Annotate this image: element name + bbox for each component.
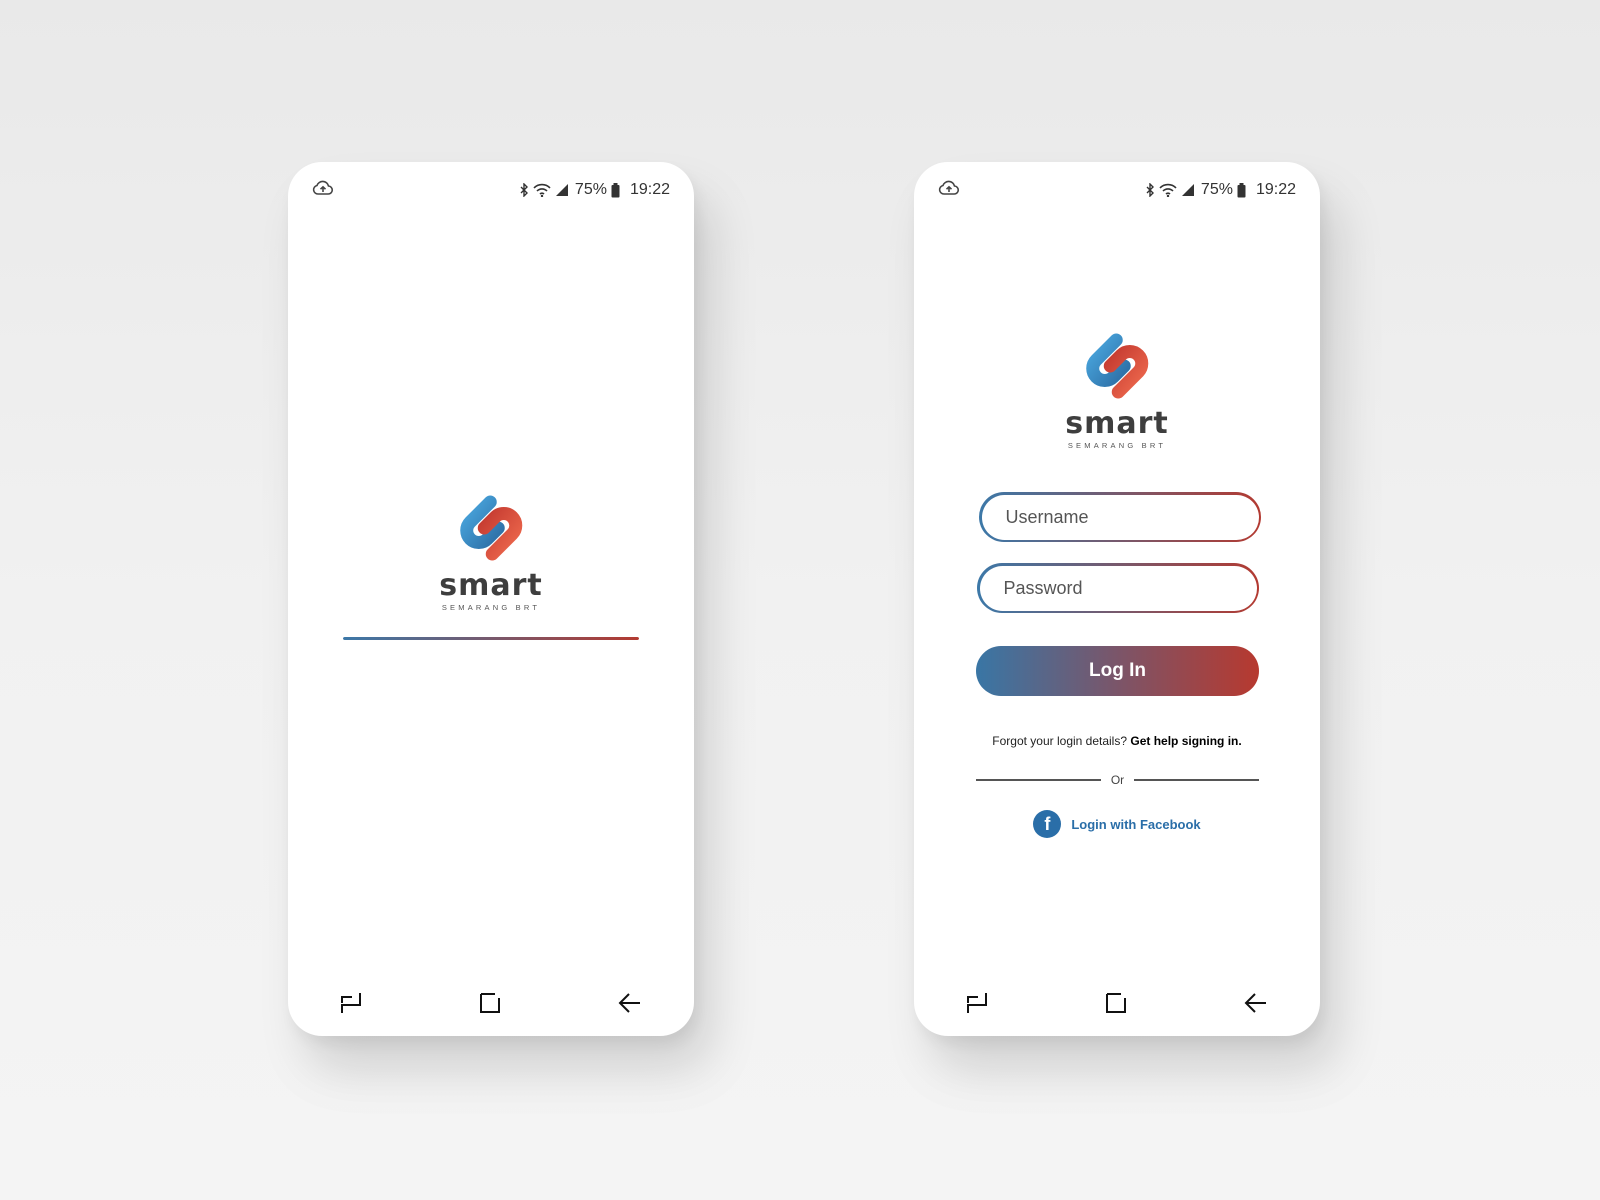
back-icon[interactable] — [618, 992, 642, 1014]
or-divider: Or — [976, 773, 1259, 787]
back-icon[interactable] — [1244, 992, 1268, 1014]
signal-icon — [555, 183, 569, 197]
wifi-icon — [1159, 183, 1177, 197]
battery-percent: 75% — [574, 181, 607, 198]
recents-icon[interactable] — [966, 991, 988, 1015]
status-indicators: 75% 19:22 — [1145, 181, 1296, 199]
get-help-link[interactable]: Get help signing in. — [1130, 734, 1241, 748]
bluetooth-icon — [1145, 183, 1155, 197]
cloud-upload-icon — [312, 180, 334, 201]
system-nav-bar — [966, 988, 1268, 1018]
status-bar: 75% 19:22 — [938, 178, 1296, 202]
login-screen: 75% 19:22 smart SEMARANG BRT Log In Forg… — [914, 162, 1320, 1036]
facebook-icon: f — [1033, 810, 1062, 838]
forgot-login-row: Forgot your login details? Get help sign… — [914, 734, 1320, 748]
divider-line-left — [976, 779, 1101, 781]
status-indicators: 75% 19:22 — [519, 181, 670, 199]
clock: 19:22 — [1255, 181, 1296, 198]
brand-subtitle: SEMARANG BRT — [441, 603, 541, 612]
brand-name: smart — [1065, 406, 1169, 441]
logo-mark-icon — [1086, 333, 1148, 399]
loading-progress-bar — [343, 637, 639, 640]
app-logo: smart SEMARANG BRT — [1065, 328, 1169, 450]
system-nav-bar — [340, 988, 642, 1018]
facebook-login-label: Login with Facebook — [1071, 816, 1201, 832]
battery-icon — [611, 182, 620, 198]
username-field-wrapper — [979, 492, 1261, 542]
signal-icon — [1181, 183, 1195, 197]
home-icon[interactable] — [1105, 992, 1127, 1014]
splash-screen: 75% 19:22 smart SEMARANG BRT — [288, 162, 694, 1036]
password-input[interactable] — [979, 565, 1257, 611]
login-button[interactable]: Log In — [976, 646, 1259, 696]
cloud-upload-icon — [938, 180, 960, 201]
divider-text: Or — [1110, 773, 1125, 787]
battery-icon — [1237, 182, 1246, 198]
battery-percent: 75% — [1200, 181, 1233, 198]
loading-progress-fill — [343, 637, 639, 640]
app-logo: smart SEMARANG BRT — [439, 490, 543, 612]
brand-name: smart — [439, 568, 543, 603]
username-input[interactable] — [981, 494, 1259, 540]
password-field-wrapper — [977, 563, 1259, 613]
status-bar: 75% 19:22 — [312, 178, 670, 202]
logo-mark-icon — [460, 495, 522, 561]
divider-line-right — [1134, 779, 1259, 781]
home-icon[interactable] — [479, 992, 501, 1014]
recents-icon[interactable] — [340, 991, 362, 1015]
bluetooth-icon — [519, 183, 529, 197]
brand-subtitle: SEMARANG BRT — [1067, 441, 1167, 450]
forgot-login-text: Forgot your login details? — [992, 734, 1128, 748]
wifi-icon — [533, 183, 551, 197]
facebook-login-button[interactable]: f Login with Facebook — [914, 810, 1320, 838]
clock: 19:22 — [629, 181, 670, 198]
